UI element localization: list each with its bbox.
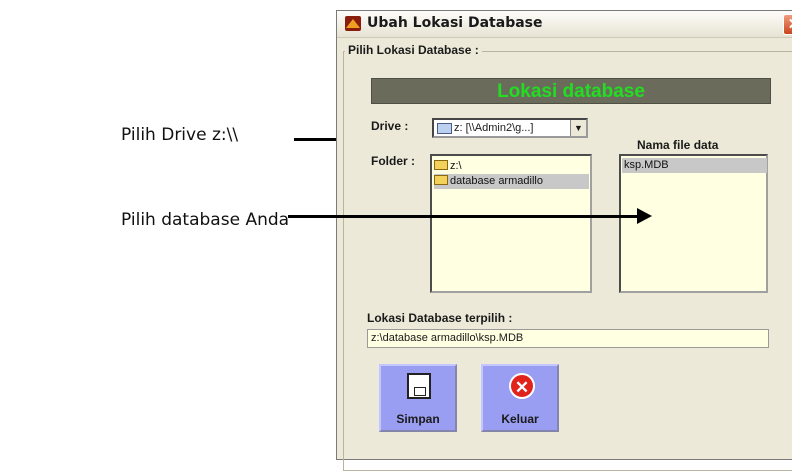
window-title: Ubah Lokasi Database (367, 15, 543, 31)
chevron-down-icon[interactable]: ▼ (570, 120, 586, 136)
app-icon (345, 16, 361, 31)
folder-item-root[interactable]: z:\ (434, 159, 462, 174)
file-list-header: Nama file data (637, 138, 719, 152)
group-label: Pilih Lokasi Database : (345, 43, 482, 57)
banner-title: Lokasi database (371, 78, 771, 104)
close-button[interactable]: ✕ (783, 14, 792, 35)
database-hint-arrow (288, 208, 652, 224)
folder-list[interactable]: z:\ database armadillo (430, 154, 592, 293)
drive-hint-text: Pilih Drive z:\\ (121, 125, 239, 145)
folder-item-database-armadillo[interactable]: database armadillo (434, 174, 589, 189)
exit-button-label: Keluar (501, 412, 539, 426)
save-button[interactable]: Simpan (379, 364, 457, 432)
drive-select[interactable]: z: [\\Admin2\g...] ▼ (432, 118, 588, 138)
dialog-window: Ubah Lokasi Database ✕ Pilih Lokasi Data… (336, 10, 792, 471)
close-circle-icon: ✕ (509, 373, 535, 399)
drive-value: z: [\\Admin2\g...] (454, 122, 534, 134)
open-folder-icon (434, 175, 448, 185)
exit-button[interactable]: ✕ Keluar (481, 364, 559, 432)
folder-label: Folder : (371, 154, 415, 168)
selected-path-label: Lokasi Database terpilih : (367, 311, 513, 325)
save-button-label: Simpan (396, 412, 440, 426)
title-bar[interactable]: Ubah Lokasi Database ✕ (337, 11, 792, 38)
drive-label: Drive : (371, 119, 409, 133)
open-folder-icon (434, 160, 448, 170)
selected-path-field[interactable]: z:\database armadillo\ksp.MDB (367, 329, 769, 348)
floppy-disk-icon (407, 373, 431, 399)
database-hint-text: Pilih database Anda (121, 210, 290, 230)
network-drive-icon (437, 123, 452, 134)
file-item-ksp-mdb[interactable]: ksp.MDB (622, 158, 767, 173)
